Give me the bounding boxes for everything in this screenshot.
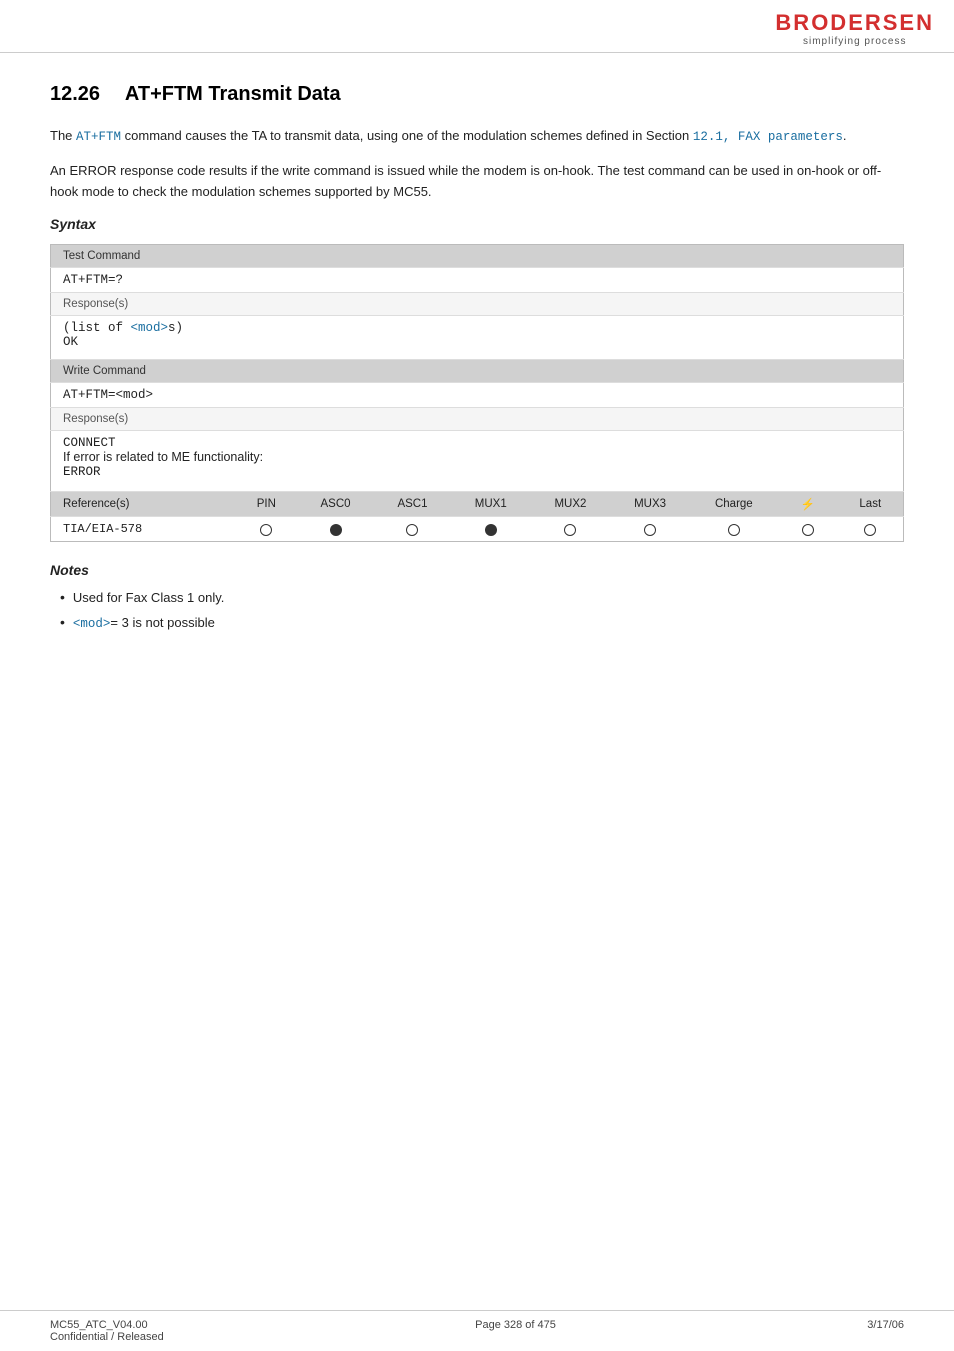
link-section-12-1[interactable]: 12.1, FAX parameters [693, 130, 843, 144]
ref-pin [236, 516, 297, 541]
circle-charge [728, 524, 740, 536]
note-item-1: • Used for Fax Class 1 only. [60, 588, 904, 608]
circle-mux1 [485, 524, 497, 536]
syntax-table: Test Command AT+FTM=? Response(s) (list … [50, 244, 904, 542]
col-mux3: MUX3 [610, 491, 690, 516]
footer-status: Confidential / Released [50, 1331, 164, 1343]
ref-asc1 [374, 516, 451, 541]
write-command-code: AT+FTM=<mod> [51, 382, 904, 407]
main-content: 12.26 AT+FTM Transmit Data The AT+FTM co… [0, 53, 954, 720]
footer-right: 3/17/06 [867, 1319, 904, 1343]
ref-mux3 [610, 516, 690, 541]
write-response-value: CONNECT If error is related to ME functi… [51, 430, 904, 491]
col-last: Last [838, 491, 904, 516]
test-command-code-row: AT+FTM=? [51, 267, 904, 292]
circle-mux2 [564, 524, 576, 536]
circle-special [802, 524, 814, 536]
test-command-code: AT+FTM=? [51, 267, 904, 292]
col-mux2: MUX2 [531, 491, 611, 516]
logo: BRODERSEN simplifying process [775, 10, 934, 47]
test-response-label-row: Response(s) [51, 292, 904, 315]
code-at-ftm-1: AT+FTM [76, 130, 121, 144]
notes-list: • Used for Fax Class 1 only. • <mod>= 3 … [60, 588, 904, 634]
test-response-label: Response(s) [51, 292, 904, 315]
circle-pin [260, 524, 272, 536]
circle-last [864, 524, 876, 536]
ref-mux2 [531, 516, 611, 541]
write-response-label-row: Response(s) [51, 407, 904, 430]
test-command-label: Test Command [51, 244, 904, 267]
bullet-2: • [60, 613, 65, 633]
test-response-value: (list of <mod>s)OK [51, 315, 904, 359]
footer-left: MC55_ATC_V04.00 Confidential / Released [50, 1319, 164, 1343]
ref-last [838, 516, 904, 541]
ref-data-row: TIA/EIA-578 [51, 516, 904, 541]
footer-page: Page 328 of 475 [475, 1319, 556, 1331]
section-title: AT+FTM Transmit Data [125, 83, 341, 105]
write-response-text: If error is related to ME functionality: [63, 450, 263, 464]
note-item-2: • <mod>= 3 is not possible [60, 613, 904, 634]
notes-heading: Notes [50, 562, 904, 578]
write-command-label: Write Command [51, 359, 904, 382]
ref-mux1 [451, 516, 531, 541]
col-asc1: ASC1 [374, 491, 451, 516]
circle-asc1 [406, 524, 418, 536]
footer-doc-id: MC55_ATC_V04.00 [50, 1319, 164, 1331]
col-pin: PIN [236, 491, 297, 516]
paragraph-2: An ERROR response code results if the wr… [50, 161, 904, 201]
ref-charge [690, 516, 778, 541]
col-charge: Charge [690, 491, 778, 516]
note-text-1: Used for Fax Class 1 only. [73, 588, 224, 608]
col-special: ⚡ [778, 491, 838, 516]
circle-asc0 [330, 524, 342, 536]
section-number: 12.26 [50, 83, 100, 105]
section-heading: 12.26 AT+FTM Transmit Data [50, 83, 904, 106]
write-command-code-row: AT+FTM=<mod> [51, 382, 904, 407]
write-command-header-row: Write Command [51, 359, 904, 382]
mod-code-1: <mod> [131, 321, 169, 335]
write-response-label: Response(s) [51, 407, 904, 430]
test-command-header-row: Test Command [51, 244, 904, 267]
logo-sub: simplifying process [803, 36, 906, 47]
ref-name: TIA/EIA-578 [51, 516, 236, 541]
note-text-2: <mod>= 3 is not possible [73, 613, 215, 634]
ref-special [778, 516, 838, 541]
col-mux1: MUX1 [451, 491, 531, 516]
syntax-heading: Syntax [50, 216, 904, 232]
paragraph-1: The AT+FTM command causes the TA to tran… [50, 126, 904, 147]
test-response-row: (list of <mod>s)OK [51, 315, 904, 359]
ref-asc0 [297, 516, 374, 541]
col-asc0: ASC0 [297, 491, 374, 516]
footer-date: 3/17/06 [867, 1319, 904, 1331]
circle-mux3 [644, 524, 656, 536]
mod-code-2: <mod> [73, 617, 111, 631]
write-response-row: CONNECT If error is related to ME functi… [51, 430, 904, 491]
footer-center: Page 328 of 475 [475, 1319, 556, 1343]
logo-name: BRODERSEN [775, 10, 934, 36]
page-footer: MC55_ATC_V04.00 Confidential / Released … [0, 1310, 954, 1351]
ref-header-row: Reference(s) PIN ASC0 ASC1 MUX1 MUX2 MUX… [51, 491, 904, 516]
page-header: BRODERSEN simplifying process [0, 0, 954, 53]
ref-label: Reference(s) [51, 491, 236, 516]
bullet-1: • [60, 588, 65, 608]
